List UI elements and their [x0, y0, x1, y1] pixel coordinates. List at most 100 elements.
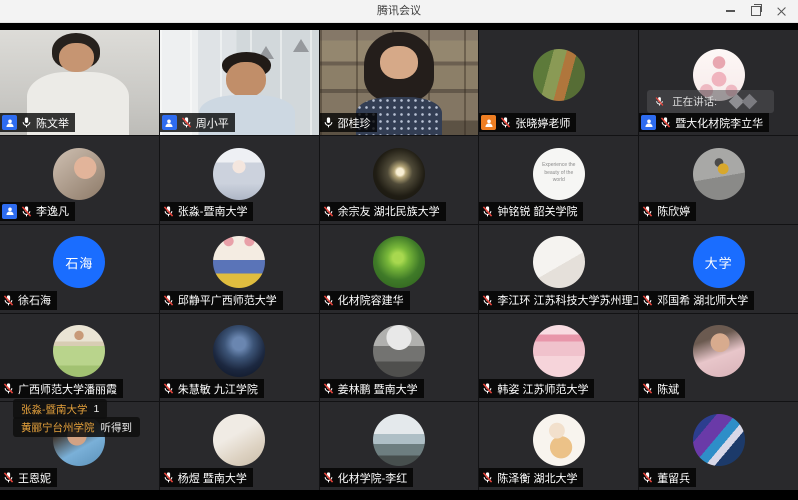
participant-tile-1[interactable]: 陈文举: [0, 30, 159, 135]
name-label: 广西师范大学潘丽霞: [0, 379, 123, 398]
name-label: 王恩妮: [0, 468, 57, 487]
participant-name: 暨大化材院李立华: [675, 115, 763, 131]
participant-name: 张晓婷老师: [515, 115, 570, 131]
participant-tile-19[interactable]: 韩姿 江苏师范大学: [479, 314, 638, 402]
avatar-text: 石海: [65, 253, 93, 272]
name-label: 李逸凡: [0, 202, 75, 221]
avatar: [53, 148, 105, 200]
member-badge-icon: [162, 115, 177, 130]
participant-tile-2[interactable]: 周小平: [160, 30, 319, 135]
participant-name: 王恩妮: [18, 470, 51, 486]
mic-muted-icon: [322, 294, 335, 307]
avatar: [373, 414, 425, 466]
chat-message: 1: [94, 403, 100, 415]
participant-name: 邵桂珍: [338, 115, 371, 131]
restore-icon: [751, 6, 761, 16]
mic-muted-icon: [162, 294, 175, 307]
participant-tile-15[interactable]: 大学邓国希 湖北师大学: [639, 225, 798, 313]
name-label: 暨大化材院李立华: [639, 113, 769, 132]
participant-tile-25[interactable]: 董留兵: [639, 402, 798, 490]
avatar: 石海: [53, 236, 105, 288]
titlebar: 腾讯会议: [0, 0, 798, 23]
participant-name: 徐石海: [18, 292, 51, 308]
mic-muted-icon: [641, 471, 654, 484]
participant-tile-23[interactable]: 化材学院-李红: [320, 402, 479, 490]
mic-icon: [20, 116, 33, 129]
name-label: 陈泽衡 湖北大学: [479, 468, 583, 487]
participant-tile-22[interactable]: 杨煜 暨南大学: [160, 402, 319, 490]
participant-name: 邓国希 湖北师大学: [657, 292, 748, 308]
name-label: 杨煜 暨南大学: [160, 468, 253, 487]
participant-name: 董留兵: [657, 470, 690, 486]
mic-muted-icon: [641, 382, 654, 395]
mic-muted-icon: [481, 205, 494, 218]
name-label: 钟铭锐 韶关学院: [479, 202, 583, 221]
mic-icon: [322, 116, 335, 129]
mic-muted-icon: [2, 471, 15, 484]
mic-muted-icon: [162, 205, 175, 218]
participant-tile-20[interactable]: 陈斌: [639, 314, 798, 402]
participant-tile-18[interactable]: 姜林鹏 暨南大学: [320, 314, 479, 402]
participant-name: 邱静平广西师范大学: [178, 292, 277, 308]
avatar: [373, 325, 425, 377]
participant-tile-12[interactable]: 邱静平广西师范大学: [160, 225, 319, 313]
participant-name: 韩姿 江苏师范大学: [497, 381, 588, 397]
chat-toast[interactable]: 张淼-暨南大学 1: [13, 399, 107, 419]
mic-muted-icon: [322, 471, 335, 484]
speaking-indicator: 正在讲话:: [647, 90, 774, 113]
participant-tile-24[interactable]: 陈泽衡 湖北大学: [479, 402, 638, 490]
avatar: [533, 325, 585, 377]
avatar: Experience the beauty of the world: [533, 148, 585, 200]
participant-tile-4[interactable]: 张晓婷老师: [479, 30, 638, 135]
member-badge-icon: [481, 115, 496, 130]
window-controls: [720, 0, 792, 22]
participant-tile-17[interactable]: 朱慧敏 九江学院: [160, 314, 319, 402]
mic-muted-icon: [654, 96, 665, 107]
avatar: [373, 148, 425, 200]
name-label: 余宗友 湖北民族大学: [320, 202, 446, 221]
minimize-button[interactable]: [720, 2, 740, 20]
mic-muted-icon: [322, 205, 335, 218]
avatar: [53, 325, 105, 377]
mic-muted-icon: [641, 205, 654, 218]
participant-tile-16[interactable]: 广西师范大学潘丽霞: [0, 314, 159, 402]
meeting-window: 腾讯会议 陈文举周小平邵桂珍张晓婷老师正在讲话:暨大化材院李立华李逸凡张淼-暨南…: [0, 0, 798, 500]
avatar: [533, 49, 585, 101]
window-title: 腾讯会议: [0, 0, 798, 22]
participant-tile-9[interactable]: Experience the beauty of the world 钟铭锐 韶关…: [479, 136, 638, 224]
participant-tile-10[interactable]: 陈欣婷: [639, 136, 798, 224]
close-button[interactable]: [772, 2, 792, 20]
restore-button[interactable]: [746, 2, 766, 20]
avatar: [533, 414, 585, 466]
participant-name: 周小平: [196, 115, 229, 131]
mic-muted-icon: [481, 471, 494, 484]
participant-tile-14[interactable]: 李江环 江苏科技大学苏州理工学院: [479, 225, 638, 313]
participant-tile-13[interactable]: 化材院容建华: [320, 225, 479, 313]
name-label: 邵桂珍: [320, 113, 377, 132]
participant-tile-5[interactable]: 正在讲话: 暨大化材院李立华: [639, 30, 798, 135]
avatar: [213, 325, 265, 377]
participant-tile-8[interactable]: 余宗友 湖北民族大学: [320, 136, 479, 224]
name-label: 韩姿 江苏师范大学: [479, 379, 594, 398]
member-badge-icon: [2, 115, 17, 130]
avatar: 大学: [693, 236, 745, 288]
name-label: 朱慧敏 九江学院: [160, 379, 264, 398]
mic-muted-icon: [180, 116, 193, 129]
chat-toast[interactable]: 黄郦宁台州学院 听得到: [13, 417, 140, 437]
participant-tile-7[interactable]: 张淼-暨南大学: [160, 136, 319, 224]
name-label: 陈文举: [0, 113, 75, 132]
avatar: [693, 148, 745, 200]
participant-tile-3[interactable]: 邵桂珍: [320, 30, 479, 135]
participant-tile-11[interactable]: 石海徐石海: [0, 225, 159, 313]
mic-muted-icon: [162, 382, 175, 395]
name-label: 周小平: [160, 113, 235, 132]
participant-tile-6[interactable]: 李逸凡: [0, 136, 159, 224]
member-badge-icon: [641, 115, 656, 130]
name-label: 化材院容建华: [320, 291, 410, 310]
name-label: 张淼-暨南大学: [160, 202, 254, 221]
chat-sender: 张淼-暨南大学: [21, 402, 88, 417]
participant-name: 陈泽衡 湖北大学: [497, 470, 577, 486]
mic-muted-icon: [481, 382, 494, 395]
participant-name: 化材院容建华: [338, 292, 404, 308]
participant-name: 张淼-暨南大学: [178, 203, 248, 219]
